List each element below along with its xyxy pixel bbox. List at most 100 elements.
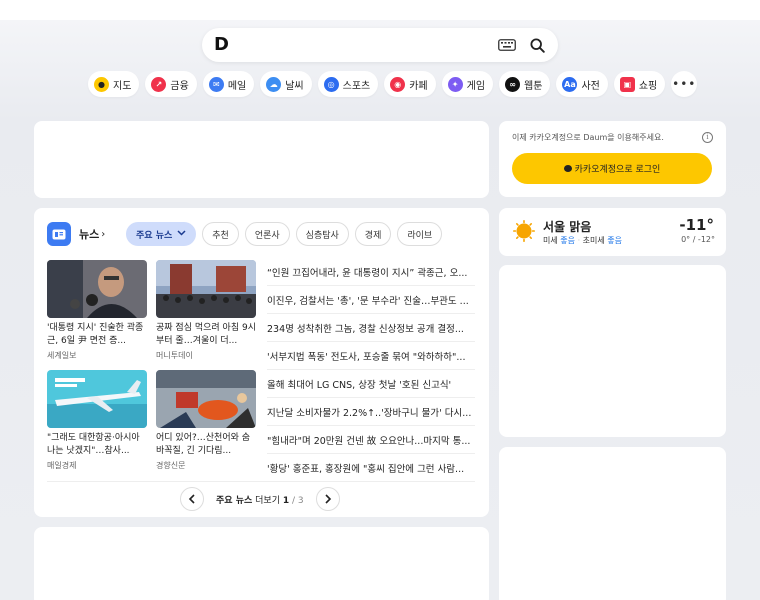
fine-dust-value: 좋음 bbox=[560, 236, 576, 245]
chevron-down-icon bbox=[177, 229, 186, 239]
headline-item[interactable]: 올해 최대어 LG CNS, 상장 첫날 '호된 신고식' bbox=[267, 370, 475, 398]
headline-text: "힘내라"며 20만원 건넨 故 오요안나...마지막 통... bbox=[267, 435, 471, 447]
prev-page-button[interactable] bbox=[180, 487, 204, 511]
news-source: 세계일보 bbox=[47, 351, 77, 360]
mail-icon: ✉ bbox=[208, 76, 224, 92]
headline-item[interactable]: '황당' 홍준표, 홍장원에 "홍씨 집안에 그런 사람... bbox=[267, 454, 475, 482]
info-icon[interactable]: i bbox=[702, 132, 713, 143]
sun-icon bbox=[513, 220, 536, 243]
news-pager: 주요 뉴스 더보기 1 / 3 bbox=[180, 487, 340, 511]
air-quality: 미세 좋음 · 초미세 좋음 bbox=[543, 236, 623, 245]
fine-dust-label: 미세 bbox=[543, 236, 558, 245]
headline-text: 올해 최대어 LG CNS, 상장 첫날 '호된 신고식' bbox=[267, 379, 452, 391]
tab-label: 라이브 bbox=[407, 230, 433, 241]
pager-more: 더보기 bbox=[255, 495, 280, 506]
temperature-range: 0° / -12° bbox=[681, 235, 715, 244]
game-icon: ✦ bbox=[447, 76, 463, 92]
keyboard-icon[interactable] bbox=[496, 36, 518, 54]
service-label: 메일 bbox=[227, 80, 247, 92]
shopping-icon: ▣ bbox=[619, 76, 635, 92]
chevron-right-icon[interactable]: › bbox=[101, 229, 105, 240]
login-button-label: 카카오계정으로 로그인 bbox=[574, 165, 661, 175]
service-label: 날씨 bbox=[285, 80, 304, 92]
service-dictionary[interactable]: Aa 사전 bbox=[556, 71, 608, 97]
news-icon bbox=[47, 222, 71, 246]
headline-item[interactable]: 이진우, 검찰서는 '총', '문 부수라' 진술…부관도 ... bbox=[267, 286, 475, 314]
service-game[interactable]: ✦ 게임 bbox=[441, 71, 494, 97]
kakao-login-button[interactable]: 카카오계정으로 로그인 bbox=[512, 153, 712, 184]
pager-separator: / bbox=[292, 495, 296, 506]
headline-item[interactable]: '서부지법 폭동' 전도사, 포승줄 묶여 "와하하하"... bbox=[267, 342, 475, 370]
service-finance[interactable]: ↗ 금융 bbox=[145, 71, 197, 97]
dictionary-icon: Aa bbox=[562, 76, 578, 92]
ultra-fine-label: 초미세 bbox=[582, 236, 605, 245]
news-thumbnail[interactable] bbox=[156, 260, 256, 318]
headline-text: '황당' 홍준표, 홍장원에 "홍씨 집안에 그런 사람... bbox=[267, 464, 465, 475]
news-thumbnail-caption[interactable]: '대통령 지시' 진술한 곽종근, 6일 尹 면전 증... bbox=[47, 322, 147, 348]
side-panel-card bbox=[499, 265, 726, 437]
tab-press[interactable]: 언론사 bbox=[244, 222, 290, 246]
news-thumbnail-caption[interactable]: "그래도 대한항공·아시아나는 낫겠지"…참사... bbox=[47, 432, 147, 458]
service-shopping[interactable]: ▣ 쇼핑 bbox=[613, 71, 666, 97]
news-card: 뉴스 › 주요 뉴스 추천 언론사 심층탐사 경제 라이브 '대통령 지시' 진… bbox=[34, 208, 489, 517]
tab-label: 추천 bbox=[212, 230, 229, 241]
news-thumbnail[interactable] bbox=[47, 370, 147, 428]
headline-text: 이진우, 검찰서는 '총', '문 부수라' 진술…부관도 ... bbox=[267, 295, 469, 307]
news-thumbnail-caption[interactable]: 어디 있어?…산천어와 숨바꼭질, 긴 기다림... bbox=[156, 432, 256, 458]
side-panel-card-lower bbox=[499, 447, 726, 600]
service-weather[interactable]: ☁ 날씨 bbox=[260, 71, 312, 97]
headline-item[interactable]: 234명 성착취한 그놈, 경찰 신상정보 공개 결정... bbox=[267, 314, 475, 342]
headline-item[interactable]: “인원 끄집어내라, 윤 대통령이 지시” 곽종근, 오... bbox=[267, 258, 475, 286]
news-source: 경향신문 bbox=[156, 461, 186, 470]
tab-in-depth[interactable]: 심층탐사 bbox=[295, 222, 349, 246]
tab-recommended[interactable]: 추천 bbox=[202, 222, 239, 246]
service-label: 게임 bbox=[466, 80, 486, 92]
kakao-bubble-icon bbox=[563, 165, 572, 172]
headline-text: 지난달 소비자물가 2.2%↑..'장바구니 물가' 다시... bbox=[267, 407, 472, 419]
tab-top-news[interactable]: 주요 뉴스 bbox=[126, 222, 197, 246]
service-label: 쇼핑 bbox=[638, 80, 658, 92]
ad-banner[interactable] bbox=[34, 121, 489, 198]
more-services-button[interactable]: ••• bbox=[671, 71, 698, 97]
cloud-icon: ☁ bbox=[266, 76, 282, 92]
tab-label: 심층탐사 bbox=[305, 230, 339, 241]
tab-economy[interactable]: 경제 bbox=[354, 222, 392, 246]
chart-icon: ↗ bbox=[151, 76, 167, 92]
pager-text[interactable]: 주요 뉴스 더보기 1 / 3 bbox=[216, 493, 304, 506]
news-thumbnail-caption[interactable]: 공짜 점심 먹으려 아침 9시부터 줄…겨울이 더... bbox=[156, 322, 256, 348]
weather-title: 서울 맑음 bbox=[543, 220, 592, 234]
divider bbox=[47, 481, 475, 482]
service-sports[interactable]: ◎ 스포츠 bbox=[317, 71, 379, 97]
headline-item[interactable]: 지난달 소비자물가 2.2%↑..'장바구니 물가' 다시... bbox=[267, 398, 475, 426]
news-section-title[interactable]: 뉴스 bbox=[79, 226, 99, 242]
login-message: 이제 카카오계정으로 Daum을 이용해주세요. bbox=[512, 133, 664, 142]
service-webtoon[interactable]: ∞ 웹툰 bbox=[499, 71, 551, 97]
search-icon[interactable] bbox=[528, 36, 546, 54]
weather-card[interactable]: 서울 맑음 미세 좋음 · 초미세 좋음 -11° 0° / -12° bbox=[499, 208, 726, 256]
current-temperature: -11° bbox=[679, 216, 714, 234]
service-cafe[interactable]: ◉ 카페 bbox=[384, 71, 436, 97]
pager-total: 3 bbox=[297, 495, 304, 506]
headline-text: '서부지법 폭동' 전도사, 포승줄 묶여 "와하하하"... bbox=[267, 351, 466, 363]
service-label: 카페 bbox=[409, 80, 428, 92]
headline-item[interactable]: "힘내라"며 20만원 건넨 故 오요안나...마지막 통... bbox=[267, 426, 475, 454]
news-header[interactable]: 뉴스 › bbox=[47, 222, 105, 246]
service-label: 사전 bbox=[581, 80, 600, 92]
sports-icon: ◎ bbox=[323, 76, 339, 92]
service-map[interactable]: ● 지도 bbox=[88, 71, 140, 97]
tab-label: 주요 뉴스 bbox=[136, 230, 173, 241]
search-bar[interactable]: D bbox=[202, 28, 558, 62]
tab-live[interactable]: 라이브 bbox=[397, 222, 443, 246]
next-page-button[interactable] bbox=[315, 487, 340, 511]
service-label: 스포츠 bbox=[342, 80, 371, 92]
pager-label: 주요 뉴스 bbox=[216, 495, 253, 506]
headline-text: 234명 성착취한 그놈, 경찰 신상정보 공개 결정... bbox=[267, 323, 464, 335]
news-thumbnail[interactable] bbox=[156, 370, 256, 428]
service-mail[interactable]: ✉ 메일 bbox=[202, 71, 255, 97]
news-thumbnail[interactable] bbox=[47, 260, 147, 318]
headline-text: “인원 끄집어내라, 윤 대통령이 지시” 곽종근, 오... bbox=[267, 267, 468, 279]
service-label: 지도 bbox=[113, 80, 132, 92]
news-source: 머니투데이 bbox=[156, 351, 193, 360]
daum-logo[interactable]: D bbox=[214, 36, 232, 54]
cafe-icon: ◉ bbox=[390, 76, 406, 92]
